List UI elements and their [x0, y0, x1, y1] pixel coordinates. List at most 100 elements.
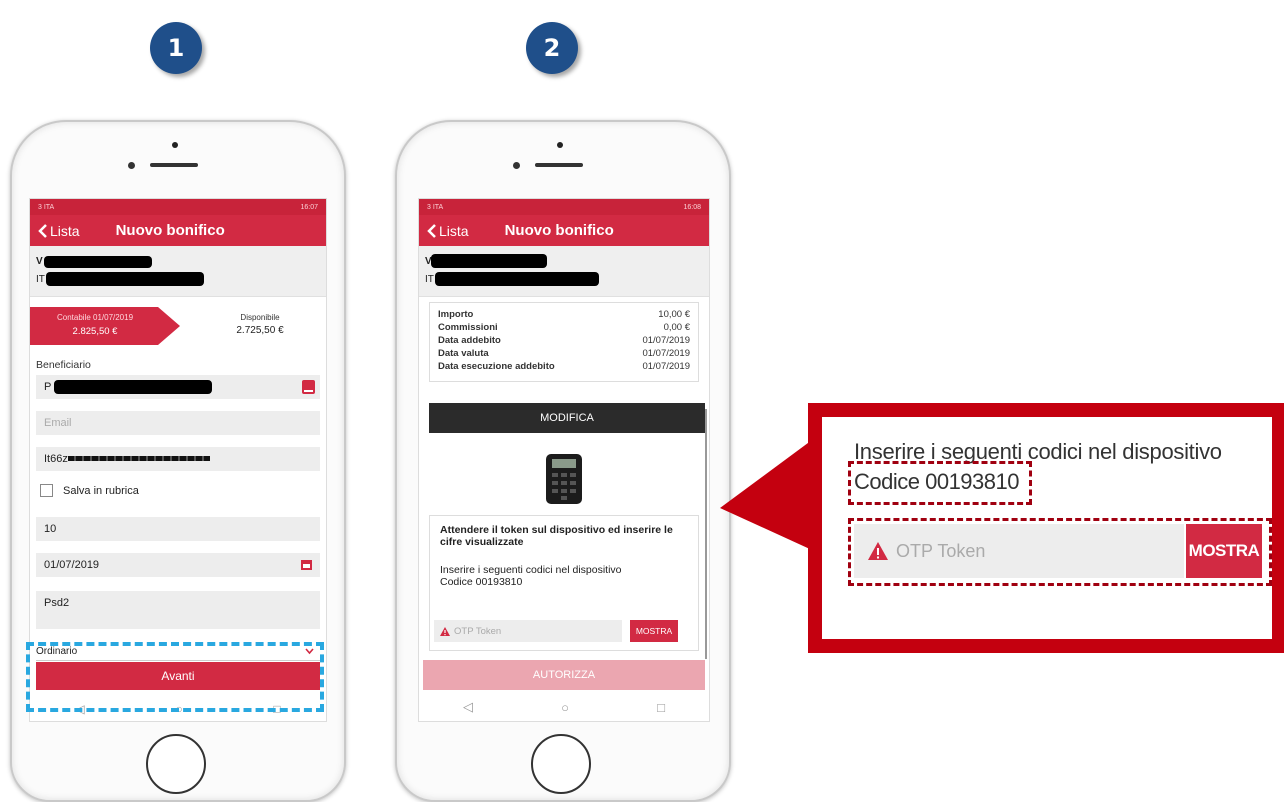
back-button[interactable]: Lista	[427, 223, 469, 239]
detail-value: 0,00 €	[663, 322, 690, 333]
detail-value: 01/07/2019	[642, 348, 690, 359]
balance-contabile: Contabile 01/07/2019 2.825,50 €	[30, 307, 180, 345]
account-iban: IT	[425, 274, 434, 285]
home-button[interactable]	[146, 734, 206, 794]
highlight-box	[26, 642, 324, 712]
phone-speaker	[535, 163, 583, 167]
balance-disponibile: Disponibile 2.725,50 €	[210, 313, 310, 336]
redacted-block	[431, 254, 547, 268]
account-holder: V	[36, 256, 43, 267]
importo-value: 10	[44, 523, 57, 535]
detail-row: Data esecuzione addebito 01/07/2019	[438, 361, 690, 374]
app-bar: Lista Nuovo bonifico	[30, 215, 326, 246]
salva-rubrica-checkbox[interactable]: Salva in rubrica	[40, 484, 139, 497]
recents-nav-icon[interactable]: □	[657, 700, 665, 715]
salva-rubrica-label: Salva in rubrica	[63, 484, 139, 497]
zoom-callout-content: Inserire i seguenti codici nel dispositi…	[822, 417, 1272, 639]
detail-label: Importo	[438, 309, 474, 320]
address-book-icon[interactable]	[302, 380, 315, 394]
phone-camera	[513, 162, 520, 169]
email-placeholder: Email	[44, 417, 72, 429]
step-2-badge: 2	[526, 22, 578, 74]
detail-label: Data esecuzione addebito	[438, 361, 555, 372]
mostra-button[interactable]: MOSTRA	[630, 620, 678, 642]
clock-label: 16:07	[300, 203, 318, 211]
codice-highlight-box	[848, 461, 1032, 505]
causale-value: Psd2	[44, 597, 70, 609]
iban-field[interactable]: It66z	[36, 447, 320, 471]
phone-sensor	[172, 142, 178, 148]
detail-row: Data valuta 01/07/2019	[438, 348, 690, 361]
disponibile-value: 2.725,50 €	[236, 325, 284, 336]
redacted-block	[435, 272, 599, 286]
detail-value: 01/07/2019	[642, 335, 690, 346]
detail-row: Importo 10,00 €	[438, 309, 690, 322]
android-nav-bar: ◁ ○ □	[419, 693, 709, 721]
redacted-block	[46, 272, 204, 286]
contabile-value: 2.825,50 €	[72, 326, 118, 337]
back-nav-icon[interactable]: ◁	[463, 699, 473, 715]
clock-label: 16:08	[683, 203, 701, 211]
token-card: Attendere il token sul dispositivo ed in…	[429, 515, 699, 651]
home-button[interactable]	[531, 734, 591, 794]
modifica-label: MODIFICA	[540, 412, 594, 424]
mostra-label: MOSTRA	[635, 626, 673, 636]
phone-sensor	[557, 142, 563, 148]
modifica-button[interactable]: MODIFICA	[429, 403, 705, 433]
phone-camera	[128, 162, 135, 169]
causale-field[interactable]: Psd2	[36, 591, 320, 629]
calendar-icon[interactable]	[301, 559, 312, 570]
phone-speaker	[150, 163, 198, 167]
account-header: V IT	[30, 246, 326, 297]
date-value: 01/07/2019	[44, 559, 100, 571]
beneficiario-label: Beneficiario	[36, 359, 91, 371]
phone-2-screen: 3 ITA 16:08 Lista Nuovo bonifico V IT Im…	[418, 198, 710, 722]
detail-value: 10,00 €	[658, 309, 690, 320]
account-iban: IT	[36, 274, 45, 285]
chevron-left-icon	[38, 223, 47, 238]
beneficiario-value: P	[44, 381, 52, 393]
detail-label: Commissioni	[438, 322, 498, 333]
back-button[interactable]: Lista	[38, 223, 80, 239]
contabile-label: Contabile 01/07/2019	[56, 313, 134, 322]
back-label: Lista	[439, 222, 469, 239]
redacted-block	[68, 456, 210, 461]
app-bar: Lista Nuovo bonifico	[419, 215, 709, 246]
detail-row: Data addebito 01/07/2019	[438, 335, 690, 348]
detail-row: Commissioni 0,00 €	[438, 322, 690, 335]
detail-value: 01/07/2019	[642, 361, 690, 372]
otp-placeholder: OTP Token	[454, 625, 502, 637]
carrier-label: 3 ITA	[38, 203, 55, 211]
checkbox-box[interactable]	[40, 484, 53, 497]
scrollbar[interactable]	[705, 409, 707, 659]
detail-label: Data addebito	[438, 335, 501, 346]
home-nav-icon[interactable]: ○	[561, 700, 569, 715]
token-device-icon	[546, 454, 582, 504]
iban-value: It66z	[44, 453, 68, 465]
disponibile-label: Disponibile	[240, 313, 280, 322]
status-bar: 3 ITA 16:08	[419, 199, 709, 215]
summary-card: Importo 10,00 € Commissioni 0,00 € Data adde…	[429, 302, 699, 382]
redacted-block	[54, 380, 212, 394]
page-title: Nuovo bonifico	[504, 222, 614, 239]
zoom-callout: Inserire i seguenti codici nel dispositi…	[808, 403, 1284, 653]
importo-field[interactable]: 10	[36, 517, 320, 541]
status-bar: 3 ITA 16:07	[30, 199, 326, 215]
detail-label: Data valuta	[438, 348, 489, 359]
account-header: V IT	[419, 246, 709, 297]
date-field[interactable]: 01/07/2019	[36, 553, 320, 577]
callout-pointer	[720, 440, 812, 550]
autorizza-label: AUTORIZZA	[532, 669, 596, 681]
phone-2: 3 ITA 16:08 Lista Nuovo bonifico V IT Im…	[395, 120, 731, 802]
chevron-left-icon	[427, 223, 436, 238]
autorizza-button[interactable]: AUTORIZZA	[423, 660, 705, 690]
step-1-badge: 1	[150, 22, 202, 74]
email-field[interactable]: Email	[36, 411, 320, 435]
warning-icon	[440, 626, 450, 636]
wait-instructions: Attendere il token sul dispositivo ed in…	[440, 524, 673, 548]
insert-instructions: Inserire i seguenti codici nel dispositi…	[440, 564, 622, 576]
beneficiario-field[interactable]: P	[36, 375, 320, 399]
carrier-label: 3 ITA	[427, 203, 444, 211]
codice-text: Codice 00193810	[440, 576, 523, 588]
otp-input[interactable]: OTP Token	[434, 620, 622, 642]
